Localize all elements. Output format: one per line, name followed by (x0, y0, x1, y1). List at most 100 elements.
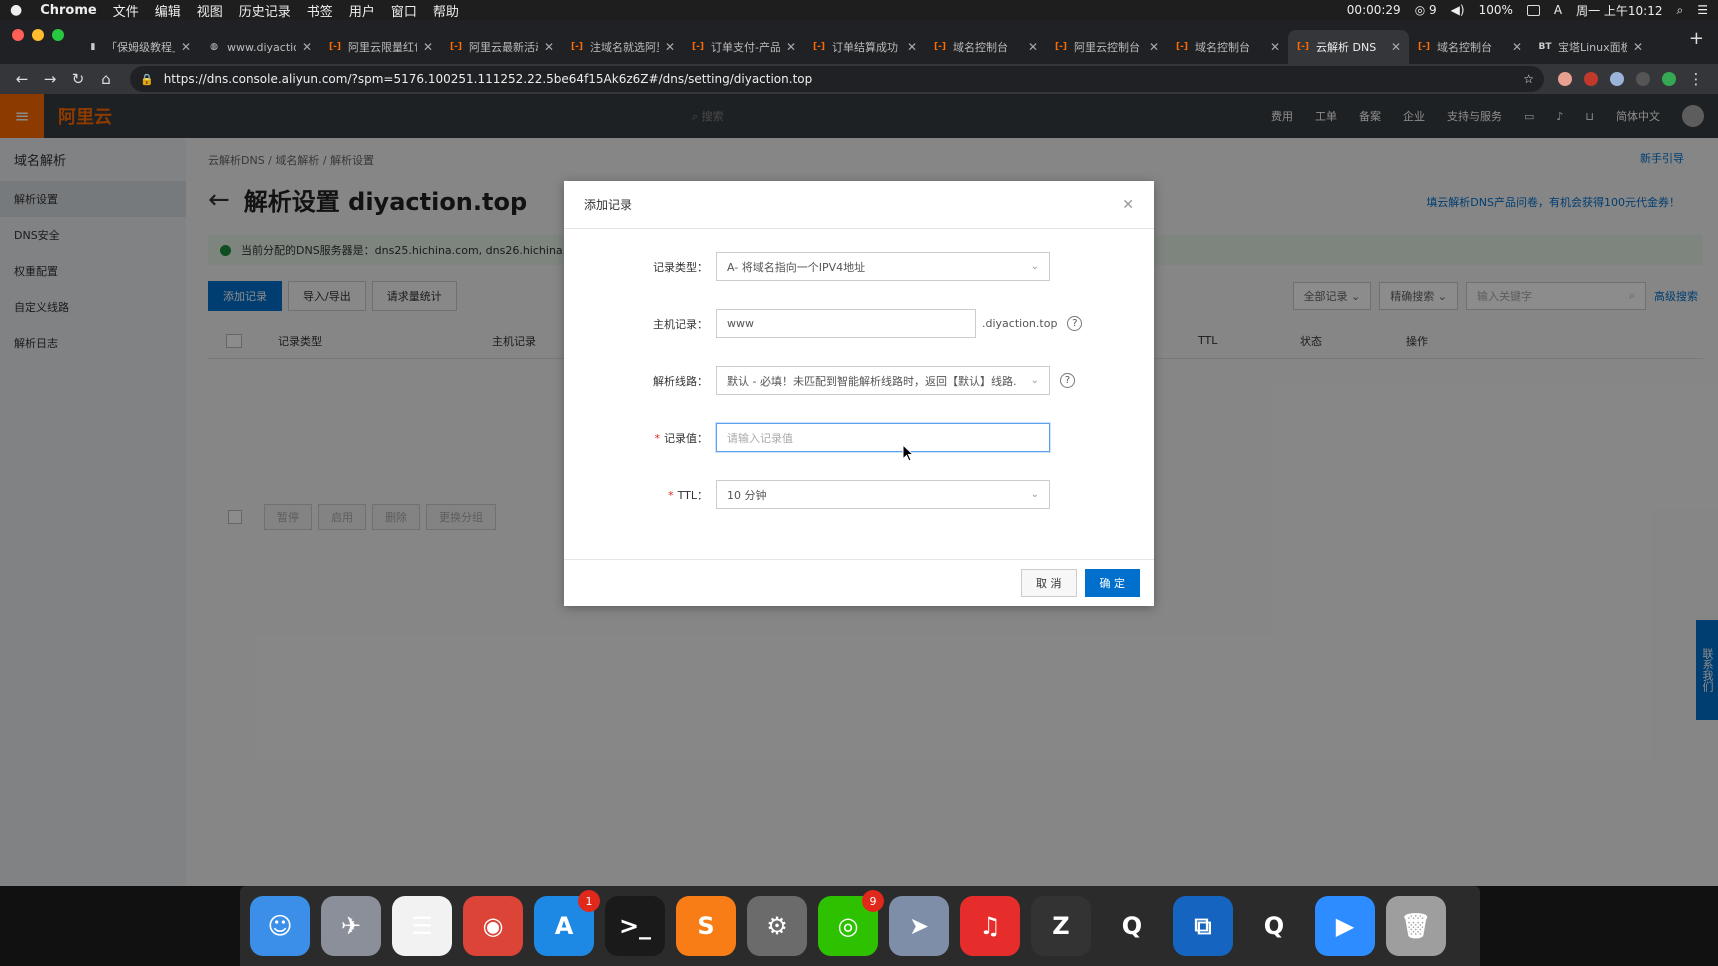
tab-close-icon[interactable]: ✕ (544, 40, 554, 54)
confirm-button[interactable]: 确 定 (1084, 569, 1140, 597)
ttl-select[interactable]: 10 分钟 ⌄ (716, 480, 1050, 509)
extension-icon-4[interactable] (1636, 72, 1650, 86)
line-select[interactable]: 默认 - 必填！未匹配到智能解析线路时，返回【默认】线路... ⌄ (716, 366, 1050, 395)
zen-terminal-icon[interactable]: Z (1031, 896, 1091, 956)
battery-status[interactable]: 100% (1479, 3, 1513, 17)
browser-tab[interactable]: BT 宝塔Linux面板 ✕ (1530, 30, 1651, 64)
qq-icon-2[interactable]: Q (1244, 896, 1304, 956)
browser-tab[interactable]: ◍ www.diyaction ✕ (199, 30, 320, 64)
extension-icon-2[interactable] (1584, 72, 1598, 86)
menu-edit[interactable]: 编辑 (155, 1, 181, 20)
qq-icon[interactable]: Q (1102, 896, 1162, 956)
profile-icon[interactable] (1662, 72, 1676, 86)
input-source[interactable]: A (1554, 3, 1562, 17)
close-icon[interactable]: ✕ (1122, 197, 1134, 213)
telegram-icon[interactable]: ➤ (889, 896, 949, 956)
extension-icon-1[interactable] (1558, 72, 1572, 86)
finder-icon[interactable]: ☺ (250, 896, 310, 956)
browser-tab[interactable]: [-] 阿里云最新活动 ✕ (441, 30, 562, 64)
tab-close-icon[interactable]: ✕ (1149, 40, 1159, 54)
record-type-select[interactable]: A- 将域名指向一个IPV4地址 ⌄ (716, 252, 1050, 281)
recording-timer[interactable]: 00:00:29 (1347, 3, 1401, 17)
browser-tab[interactable]: [-] 订单支付-产品 ✕ (683, 30, 804, 64)
volume-icon[interactable]: ◀) (1451, 3, 1465, 17)
reminders-icon[interactable]: ☰ (392, 896, 452, 956)
record-type-row: 记录类型： A- 将域名指向一个IPV4地址 ⌄ (564, 252, 1154, 281)
chevron-down-icon: ⌄ (1030, 261, 1039, 272)
tab-close-icon[interactable]: ✕ (1270, 40, 1280, 54)
apple-icon[interactable]: ● (10, 2, 22, 18)
zoom-icon-glyph: ▶ (1335, 912, 1355, 940)
sublime-icon-glyph: S (697, 912, 715, 940)
sublime-icon[interactable]: S (676, 896, 736, 956)
tab-close-icon[interactable]: ✕ (786, 40, 796, 54)
terminal-icon[interactable]: >_ (605, 896, 665, 956)
chrome-icon[interactable]: ◉ (463, 896, 523, 956)
wechat-status-icon[interactable]: ◎ 9 (1415, 3, 1437, 17)
spotlight-icon[interactable]: ⌕ (1677, 3, 1684, 18)
tab-close-icon[interactable]: ✕ (1512, 40, 1522, 54)
tab-close-icon[interactable]: ✕ (423, 40, 433, 54)
address-bar[interactable]: 🔒 https://dns.console.aliyun.com/?spm=51… (130, 66, 1544, 92)
tab-title: 域名控制台 (1437, 41, 1492, 54)
browser-tab[interactable]: [-] 云解析 DNS ✕ (1288, 30, 1409, 64)
aliyun-icon: [-] (329, 42, 341, 52)
aliyun-icon: [-] (692, 42, 704, 52)
browser-tab[interactable]: [-] 阿里云限量红包 ✕ (320, 30, 441, 64)
notification-center-icon[interactable]: ☰ (1697, 3, 1708, 17)
menu-view[interactable]: 视图 (197, 1, 223, 20)
wechat-icon[interactable]: ◎ 9 (818, 890, 884, 956)
help-icon[interactable]: ? (1067, 316, 1083, 331)
netease-music-icon[interactable]: ♫ (960, 896, 1020, 956)
browser-tab[interactable]: [-] 阿里云控制台 ✕ (1046, 30, 1167, 64)
launchpad-icon[interactable]: ✈ (321, 896, 381, 956)
chrome-menu-icon[interactable]: ⋮ (1682, 70, 1710, 88)
home-icon[interactable]: ⌂ (92, 70, 120, 88)
clock[interactable]: 周一 上午10:12 (1576, 2, 1662, 19)
browser-tab[interactable]: [-] 域名控制台 ✕ (1409, 30, 1530, 64)
system-preferences-icon[interactable]: ⚙ (747, 896, 807, 956)
tab-close-icon[interactable]: ✕ (1633, 40, 1643, 54)
record-value-input[interactable]: 请输入记录值 (716, 423, 1050, 452)
app-store-icon[interactable]: A1 (534, 890, 600, 956)
close-window-icon[interactable] (12, 29, 24, 41)
help-icon[interactable]: ? (1060, 373, 1075, 388)
menu-file[interactable]: 文件 (113, 1, 139, 20)
trash-icon[interactable]: 🗑 (1386, 896, 1446, 956)
extension-icon-3[interactable] (1610, 72, 1624, 86)
tab-close-icon[interactable]: ✕ (1391, 40, 1401, 54)
screen-share-icon[interactable]: ⧉ (1173, 896, 1233, 956)
back-icon[interactable]: ← (8, 70, 36, 88)
menu-app-name[interactable]: Chrome (40, 3, 97, 18)
launchpad-icon-glyph: ✈ (340, 912, 362, 940)
reload-icon[interactable]: ↻ (64, 70, 92, 88)
menu-window[interactable]: 窗口 (391, 1, 417, 20)
telegram-icon-glyph: ➤ (908, 912, 930, 940)
tab-close-icon[interactable]: ✕ (181, 40, 191, 54)
zoom-icon[interactable]: ▶ (1315, 896, 1375, 956)
tab-close-icon[interactable]: ✕ (1028, 40, 1038, 54)
browser-tab[interactable]: [-] 域名控制台 ✕ (925, 30, 1046, 64)
reminders-icon-glyph: ☰ (411, 912, 433, 940)
tabs: ▮ 「保姆级教程」 ✕ ◍ www.diyaction ✕ [-] 阿里云限量红包 ✕ [-] 阿里… (78, 30, 1675, 64)
menu-user[interactable]: 用户 (349, 1, 375, 20)
menu-history[interactable]: 历史记录 (239, 1, 291, 20)
tab-close-icon[interactable]: ✕ (665, 40, 675, 54)
bookmark-star-icon[interactable]: ☆ (1523, 72, 1534, 86)
zoom-window-icon[interactable] (52, 29, 64, 41)
tab-close-icon[interactable]: ✕ (907, 40, 917, 54)
lock-icon[interactable]: 🔒 (140, 73, 154, 86)
new-tab-icon[interactable]: + (1675, 28, 1718, 57)
menu-bookmarks[interactable]: 书签 (307, 1, 333, 20)
host-input[interactable]: www (716, 309, 976, 338)
cancel-button[interactable]: 取 消 (1021, 569, 1077, 597)
browser-tab[interactable]: [-] 订单结算成功 ✕ (804, 30, 925, 64)
browser-tab[interactable]: [-] 注域名就选阿里 ✕ (562, 30, 683, 64)
menu-help[interactable]: 帮助 (433, 1, 459, 20)
notification-badge: 9 (862, 890, 884, 912)
minimize-window-icon[interactable] (32, 29, 44, 41)
browser-tab[interactable]: [-] 域名控制台 ✕ (1167, 30, 1288, 64)
forward-icon[interactable]: → (36, 70, 64, 88)
browser-tab[interactable]: ▮ 「保姆级教程」 ✕ (78, 30, 199, 64)
tab-close-icon[interactable]: ✕ (302, 40, 312, 54)
